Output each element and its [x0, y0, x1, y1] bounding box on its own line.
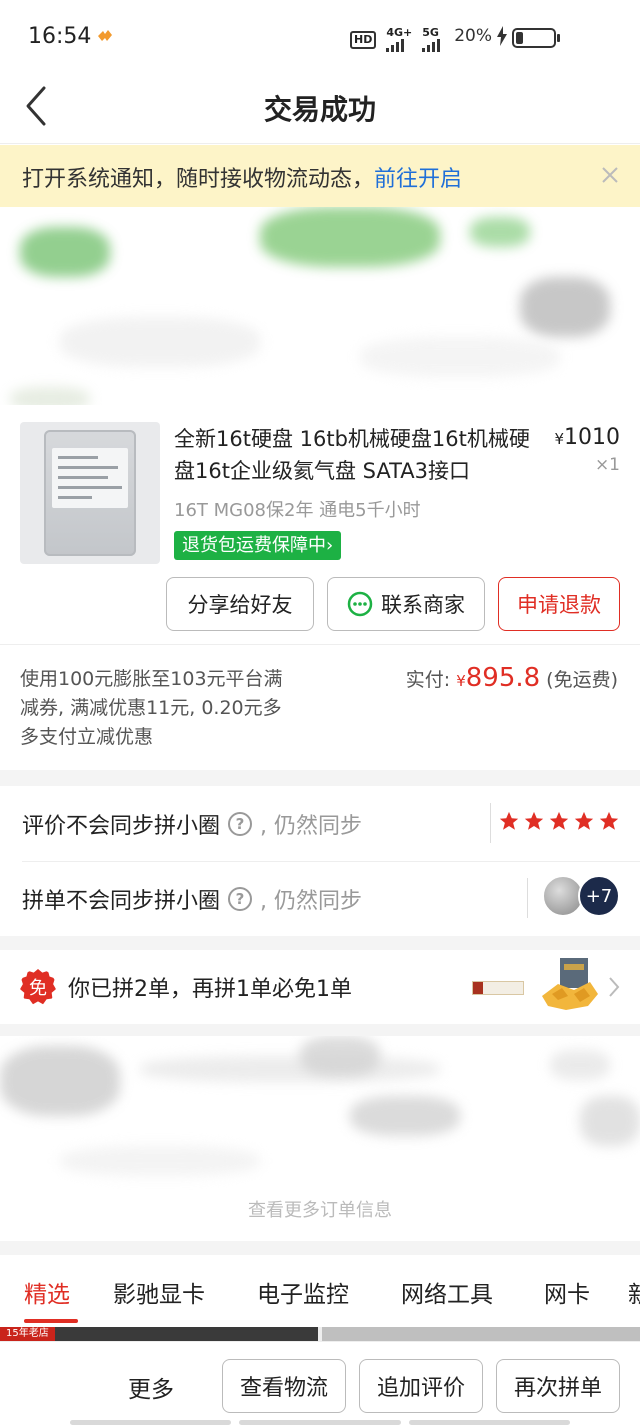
product-title[interactable]: 全新16t硬盘 16tb机械硬盘16t机械硬盘16t企业级氦气盘 SATA3接口: [174, 423, 534, 487]
gesture-bar: [70, 1420, 570, 1425]
tab-more[interactable]: 新: [628, 1275, 640, 1309]
payment-total: 实付: ¥895.8 (免运费): [406, 663, 618, 693]
more-order-info-link[interactable]: 查看更多订单信息: [0, 1196, 640, 1222]
payment-summary: 使用100元膨胀至103元平台满减券, 满减优惠11元, 0.20元多多支付立减…: [0, 644, 640, 770]
hard-drive-icon: [44, 430, 136, 556]
add-review-button[interactable]: 追加评价: [359, 1359, 483, 1413]
star-icon: [549, 811, 569, 830]
charging-icon: [497, 26, 507, 46]
discount-description: 使用100元膨胀至103元平台满减券, 满减优惠11元, 0.20元多多支付立减…: [20, 668, 283, 748]
tab-network-cards[interactable]: 网卡: [544, 1275, 590, 1309]
status-time: 16:54: [28, 24, 92, 49]
star-icon: [599, 811, 619, 830]
bottom-action-bar: 更多 查看物流 追加评价 再次拼单: [0, 1341, 640, 1426]
paid-amount: ¥895.8: [456, 663, 541, 693]
review-sync-action[interactable]: , 仍然同步: [260, 808, 362, 840]
recommendation-tabs: 精选 影驰显卡 电子监控 网络工具 网卡 新: [0, 1255, 640, 1327]
free-badge-icon: 免: [20, 969, 56, 1005]
chevron-right-icon: [609, 977, 620, 997]
group-sync-action[interactable]: , 仍然同步: [260, 883, 362, 915]
review-sync-label: 评价不会同步拼小圈: [22, 814, 221, 839]
section-divider: [0, 1241, 640, 1255]
refund-button[interactable]: 申请退款: [498, 577, 620, 631]
page-title: 交易成功: [263, 93, 376, 126]
tab-network-tools[interactable]: 网络工具: [401, 1275, 493, 1309]
enable-notifications-link[interactable]: 前往开启: [374, 167, 462, 192]
product-spec: 16T MG08保2年 通电5千小时: [174, 500, 421, 521]
section-divider: [0, 1024, 640, 1036]
review-sync-row[interactable]: 评价不会同步拼小圈 ? , 仍然同步: [0, 786, 640, 862]
promo-product-thumbnail: [468, 968, 528, 1008]
order-actions: 分享给好友 联系商家 申请退款: [166, 577, 620, 631]
reorder-button[interactable]: 再次拼单: [496, 1359, 620, 1413]
product-card[interactable]: 全新16t硬盘 16tb机械硬盘16t机械硬盘16t企业级氦气盘 SATA3接口…: [0, 405, 640, 643]
close-icon[interactable]: [600, 165, 620, 185]
view-logistics-button[interactable]: 查看物流: [222, 1359, 346, 1413]
battery-icon: [512, 28, 556, 48]
social-sync-section: 评价不会同步拼小圈 ? , 仍然同步 拼单不会同步拼小圈 ? , 仍然同步 +7: [0, 786, 640, 936]
product-quantity: ×1: [594, 455, 620, 475]
feed-card[interactable]: 15年老店: [0, 1327, 318, 1341]
promo-product-thumbnail: [542, 958, 598, 1010]
active-tab-indicator: [24, 1319, 78, 1323]
product-feed: 15年老店: [0, 1327, 640, 1341]
shipping-note: (免运费): [546, 669, 618, 691]
redacted-logistics-area: [0, 207, 640, 405]
help-icon[interactable]: ?: [228, 887, 253, 911]
help-icon[interactable]: ?: [228, 812, 253, 836]
rating-stars: [498, 810, 620, 832]
battery-percentage: 20%: [454, 26, 492, 46]
network-indicators: HD 4G+ 5G: [350, 27, 441, 52]
paid-label: 实付:: [405, 669, 451, 691]
notification-banner: 打开系统通知，随时接收物流动态，前往开启: [0, 145, 640, 207]
group-sync-row[interactable]: 拼单不会同步拼小圈 ? , 仍然同步 +7: [0, 861, 640, 936]
tab-surveillance[interactable]: 电子监控: [257, 1275, 349, 1309]
avatar-more-count: +7: [578, 875, 620, 917]
feed-card[interactable]: [322, 1327, 640, 1341]
status-bar: 16:54 HD 4G+ 5G 20%: [0, 0, 640, 70]
battery-cap: [557, 34, 560, 42]
group-sync-label: 拼单不会同步拼小圈: [22, 889, 221, 914]
chat-icon: [347, 591, 373, 617]
nav-bar: 交易成功: [0, 70, 640, 144]
avatar-group[interactable]: +7: [542, 875, 620, 917]
more-button[interactable]: 更多: [128, 1370, 174, 1404]
section-divider: [0, 936, 640, 950]
signal-5g-icon: 5G: [422, 27, 441, 52]
free-order-promo[interactable]: 免 你已拼2单，再拼1单必免1单: [0, 950, 640, 1024]
star-icon: [574, 811, 594, 830]
star-icon: [524, 811, 544, 830]
tab-featured[interactable]: 精选: [24, 1275, 70, 1309]
promo-text: 你已拼2单，再拼1单必免1单: [68, 977, 352, 1002]
tab-graphics-cards[interactable]: 影驰显卡: [113, 1275, 205, 1309]
shop-age-tag: 15年老店: [0, 1327, 55, 1341]
section-divider: [0, 770, 640, 786]
notification-text: 打开系统通知，随时接收物流动态，前往开启: [22, 167, 463, 192]
return-shipping-guarantee-badge[interactable]: 退货包运费保障中›: [174, 531, 342, 560]
star-icon: [499, 811, 519, 830]
share-button[interactable]: 分享给好友: [166, 577, 314, 631]
product-price: ¥1010: [554, 425, 620, 450]
contact-seller-button[interactable]: 联系商家: [327, 577, 485, 631]
hd-voice-icon: HD: [350, 30, 377, 49]
product-image[interactable]: [20, 422, 160, 564]
app-notification-icon: [98, 30, 112, 41]
signal-4g-icon: 4G+: [386, 27, 412, 52]
